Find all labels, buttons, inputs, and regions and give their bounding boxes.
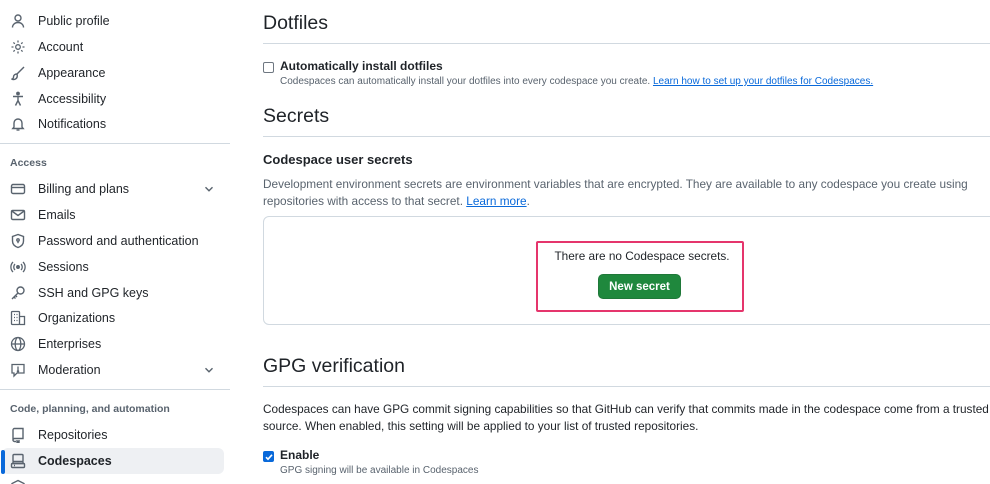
sidebar-item-label: SSH and GPG keys — [38, 286, 149, 300]
checkmark-icon — [265, 454, 273, 461]
mail-icon — [10, 207, 26, 223]
gpg-heading: GPG verification — [263, 355, 405, 377]
sidebar-item-label: Accessibility — [38, 92, 107, 106]
sidebar-item-ssh-gpg-keys[interactable]: SSH and GPG keys — [2, 280, 224, 306]
sidebar-item-label: Repositories — [38, 428, 108, 442]
package-icon — [10, 479, 26, 484]
sidebar-item-password[interactable]: Password and authentication — [2, 228, 224, 254]
section-divider — [263, 43, 990, 44]
gear-icon — [10, 39, 26, 55]
sidebar-item-label: Moderation — [38, 363, 101, 377]
sidebar-item-label: Emails — [38, 208, 76, 222]
highlight-annotation: There are no Codespace secrets. New secr… — [536, 241, 744, 312]
sidebar-divider — [0, 389, 230, 390]
sidebar-item-moderation[interactable]: Moderation — [2, 357, 224, 383]
codespace-user-secrets-heading: Codespace user secrets — [263, 152, 413, 167]
sidebar-item-label: Password and authentication — [38, 234, 199, 248]
key-icon — [10, 285, 26, 301]
sidebar-item-account[interactable]: Account — [2, 34, 224, 60]
sidebar-item-enterprises[interactable]: Enterprises — [2, 331, 224, 357]
secrets-empty-box: There are no Codespace secrets. New secr… — [263, 216, 990, 325]
chevron-down-icon[interactable] — [202, 182, 216, 196]
paintbrush-icon — [10, 65, 26, 81]
dotfiles-note-text: Codespaces can automatically install you… — [280, 76, 651, 87]
codespaces-icon — [10, 453, 26, 469]
secrets-description-text: repositories with access to that secret. — [263, 194, 463, 208]
gpg-description: Codespaces can have GPG commit signing c… — [263, 401, 990, 435]
sidebar-item-label: Organizations — [38, 311, 116, 325]
sidebar-divider — [0, 143, 230, 144]
section-divider — [263, 136, 990, 137]
sidebar-item-label: Codespaces — [38, 454, 112, 468]
learn-more-link[interactable]: Learn more — [466, 194, 526, 208]
sidebar-item-appearance[interactable]: Appearance — [2, 60, 224, 86]
accessibility-icon — [10, 91, 26, 107]
sidebar-item-label: Account — [38, 40, 84, 54]
sidebar-item-organizations[interactable]: Organizations — [2, 305, 224, 331]
auto-install-dotfiles-label[interactable]: Automatically install dotfiles — [280, 59, 443, 73]
secrets-heading: Secrets — [263, 105, 330, 127]
sidebar-item-label: Billing and plans — [38, 182, 130, 196]
new-secret-button[interactable]: New secret — [598, 274, 681, 299]
gpg-description-line1: Codespaces can have GPG commit signing c… — [263, 402, 989, 416]
secrets-description-line1: Development environment secrets are envi… — [263, 177, 968, 191]
sidebar-item-public-profile[interactable]: Public profile — [2, 8, 224, 34]
section-divider — [263, 386, 990, 387]
report-icon — [10, 362, 26, 378]
chevron-down-icon[interactable] — [202, 363, 216, 377]
dotfiles-heading: Dotfiles — [263, 12, 329, 34]
period: . — [526, 194, 530, 208]
sidebar-item-partial[interactable] — [2, 474, 224, 484]
globe-icon — [10, 336, 26, 352]
sidebar-item-notifications[interactable]: Notifications — [2, 111, 224, 137]
secrets-description-line2: repositories with access to that secret.… — [263, 193, 990, 210]
active-indicator — [1, 450, 5, 474]
sidebar-item-codespaces[interactable]: Codespaces — [2, 448, 224, 474]
sidebar-item-billing[interactable]: Billing and plans — [2, 176, 224, 202]
organization-icon — [10, 310, 26, 326]
broadcast-icon — [10, 259, 26, 275]
sidebar-item-emails[interactable]: Emails — [2, 202, 224, 228]
bell-icon — [10, 116, 26, 132]
main-content: Dotfiles Automatically install dotfiles … — [263, 0, 990, 484]
dotfiles-help-link[interactable]: Learn how to set up your dotfiles for Co… — [653, 76, 873, 87]
gpg-description-line2: source. When enabled, this setting will … — [263, 419, 699, 433]
shield-lock-icon — [10, 233, 26, 249]
sidebar-group-heading-access: Access — [10, 157, 47, 169]
sidebar-item-label: Enterprises — [38, 337, 102, 351]
sidebar-group-heading-code: Code, planning, and automation — [10, 403, 170, 415]
person-icon — [10, 13, 26, 29]
sidebar-item-label: Public profile — [38, 14, 110, 28]
secrets-description: Development environment secrets are envi… — [263, 176, 990, 210]
sidebar-item-repositories[interactable]: Repositories — [2, 422, 224, 448]
sidebar-item-label: Notifications — [38, 117, 107, 131]
repo-icon — [10, 427, 26, 443]
sidebar-item-accessibility[interactable]: Accessibility — [2, 86, 224, 112]
gpg-note: GPG signing will be available in Codespa… — [280, 465, 479, 476]
gpg-enable-checkbox[interactable] — [263, 451, 274, 462]
empty-secrets-text: There are no Codespace secrets. — [554, 249, 730, 263]
sidebar-item-label: Appearance — [38, 66, 106, 80]
auto-install-dotfiles-checkbox[interactable] — [263, 62, 274, 73]
dotfiles-note: Codespaces can automatically install you… — [280, 76, 873, 87]
sidebar-item-label: Sessions — [38, 260, 89, 274]
credit-card-icon — [10, 181, 26, 197]
gpg-enable-label[interactable]: Enable — [280, 448, 319, 462]
settings-sidebar: Public profile Account Appearance Access… — [0, 0, 232, 484]
sidebar-item-sessions[interactable]: Sessions — [2, 254, 224, 280]
